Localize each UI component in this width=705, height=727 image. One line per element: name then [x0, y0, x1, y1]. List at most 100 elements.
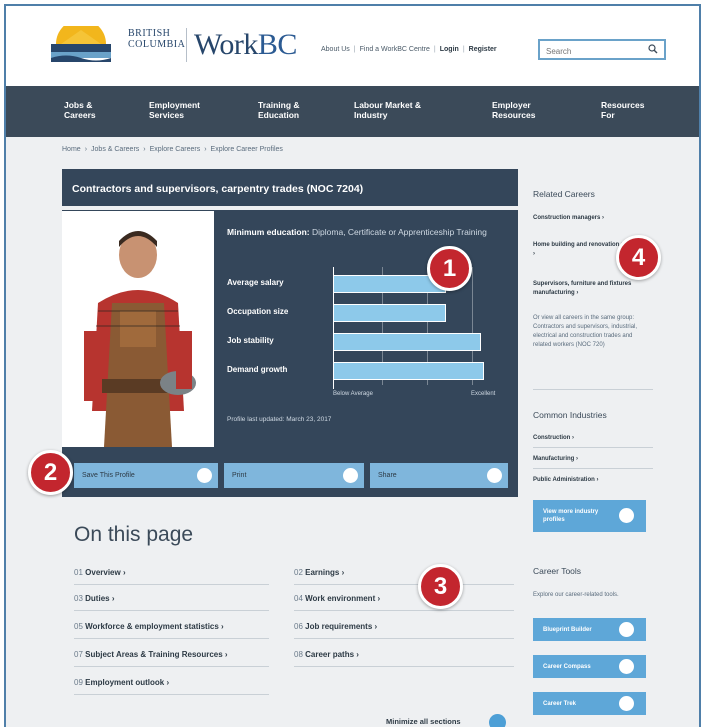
metric-bar: [333, 304, 446, 322]
toc-num: 07: [74, 650, 83, 659]
breadcrumb-explore-careers[interactable]: Explore Careers: [150, 146, 201, 153]
toc-link-earnings[interactable]: 02 Earnings ›: [294, 568, 344, 577]
chevron-right-icon: ›: [143, 146, 146, 153]
industry-label: Public Administration: [533, 477, 595, 483]
career-group-note[interactable]: Or view all careers in the same group: C…: [533, 314, 651, 350]
nav-item-training-education[interactable]: Training & Education: [258, 86, 300, 120]
profile-updated-date: Profile last updated: March 23, 2017: [227, 416, 332, 423]
share-label: Share: [378, 472, 397, 479]
chevron-right-icon: ›: [84, 146, 88, 153]
sidebar-divider: [533, 447, 653, 448]
main-nav: Jobs & Careers Employment Services Train…: [6, 86, 699, 137]
share-button[interactable]: Share: [370, 463, 508, 488]
career-trek-button[interactable]: Career Trek: [533, 692, 646, 715]
register-link[interactable]: Register: [469, 46, 497, 53]
sidebar-divider: [533, 389, 653, 390]
toc-label: Earnings: [305, 568, 340, 577]
on-this-page-title: On this page: [74, 523, 194, 546]
breadcrumb: Home › Jobs & Careers › Explore Careers …: [62, 146, 283, 153]
toc-label: Duties: [85, 594, 110, 603]
toc-label: Overview: [85, 568, 121, 577]
toc-num: 06: [294, 622, 303, 631]
nav-item-jobs-careers[interactable]: Jobs & Careers: [64, 86, 96, 120]
toc-link-job-requirements[interactable]: 06 Job requirements ›: [294, 622, 377, 631]
chevron-right-icon: ›: [204, 146, 207, 153]
search-icon[interactable]: [648, 44, 658, 54]
save-profile-button[interactable]: Save This Profile: [74, 463, 218, 488]
nav-item-resources-for[interactable]: Resources For: [601, 86, 644, 120]
site-header: BRITISH COLUMBIA WorkBC About Us | Find …: [6, 6, 699, 86]
workbc-logo[interactable]: WorkBC: [194, 28, 297, 62]
toc-num: 08: [294, 650, 303, 659]
breadcrumb-home[interactable]: Home: [62, 146, 81, 153]
chevron-right-icon: [619, 696, 634, 711]
nav-item-employer-resources[interactable]: Employer Resources: [492, 86, 535, 120]
logo-province-text: BRITISH COLUMBIA: [128, 28, 186, 50]
related-career-label: Supervisors, furniture and fixtures manu…: [533, 281, 632, 296]
callout-marker-4: 4: [616, 235, 661, 280]
login-link[interactable]: Login: [440, 46, 459, 53]
search-input[interactable]: [540, 43, 640, 60]
chevron-right-icon: [619, 622, 634, 637]
nav-item-employment-services[interactable]: Employment Services: [149, 86, 200, 120]
callout-marker-1: 1: [427, 246, 472, 291]
toc-label: Job requirements: [305, 622, 373, 631]
toc-link-duties[interactable]: 03 Duties ›: [74, 594, 114, 603]
industry-label: Construction: [533, 435, 571, 441]
industry-link-public-administration[interactable]: Public Administration ›: [533, 476, 598, 485]
toc-divider: [294, 584, 514, 585]
career-trek-label: Career Trek: [543, 700, 577, 707]
print-button[interactable]: Print: [224, 463, 364, 488]
career-compass-button[interactable]: Career Compass: [533, 655, 646, 678]
industry-label: Manufacturing: [533, 456, 575, 462]
view-industry-profiles-button[interactable]: View more industry profiles: [533, 500, 646, 532]
find-centre-link[interactable]: Find a WorkBC Centre: [360, 46, 430, 53]
common-industries-heading: Common Industries: [533, 410, 607, 420]
toc-num: 05: [74, 622, 83, 631]
industry-profiles-label: View more industry profiles: [543, 509, 599, 523]
logo-work-text: Work: [194, 28, 258, 61]
toc-divider: [294, 638, 514, 639]
toc-label: Subject Areas & Training Resources: [85, 650, 223, 659]
industry-link-manufacturing[interactable]: Manufacturing ›: [533, 455, 578, 464]
blueprint-builder-button[interactable]: Blueprint Builder: [533, 618, 646, 641]
toc-num: 01: [74, 568, 83, 577]
mail-icon: [487, 468, 502, 483]
profile-title: Contractors and supervisors, carpentry t…: [72, 183, 364, 195]
related-career-link[interactable]: Construction managers ›: [533, 214, 653, 223]
logo-bc-text: BC: [257, 28, 298, 61]
toc-link-overview[interactable]: 01 Overview ›: [74, 568, 126, 577]
profile-info: Minimum education: Diploma, Certificate …: [227, 226, 507, 239]
toc-divider: [74, 584, 269, 585]
breadcrumb-explore-profiles[interactable]: Explore Career Profiles: [211, 146, 283, 153]
nav-item-labour-market[interactable]: Labour Market & Industry: [354, 86, 421, 120]
print-label: Print: [232, 472, 247, 479]
toc-link-training-resources[interactable]: 07 Subject Areas & Training Resources ›: [74, 650, 228, 659]
related-career-label: Construction managers: [533, 215, 601, 221]
profile-metrics-chart: Below Average Excellent Average salary Oc…: [227, 267, 507, 407]
toc-link-workforce-statistics[interactable]: 05 Workforce & employment statistics ›: [74, 622, 224, 631]
webpage-screenshot: BRITISH COLUMBIA WorkBC About Us | Find …: [4, 4, 701, 727]
toc-num: 04: [294, 594, 303, 603]
callout-marker-2: 2: [28, 450, 73, 495]
toc-link-career-paths[interactable]: 08 Career paths ›: [294, 650, 359, 659]
toc-divider: [294, 610, 514, 611]
minus-circle-icon[interactable]: [489, 714, 506, 727]
related-career-link[interactable]: Supervisors, furniture and fixtures manu…: [533, 280, 653, 298]
toc-divider: [74, 638, 269, 639]
link-separator: |: [462, 46, 465, 53]
career-compass-label: Career Compass: [543, 663, 591, 670]
minimum-education: Minimum education: Diploma, Certificate …: [227, 226, 507, 239]
toc-divider: [74, 666, 269, 667]
toc-link-work-environment[interactable]: 04 Work environment ›: [294, 594, 380, 603]
sidebar-divider: [533, 468, 653, 469]
minimize-all-sections-link[interactable]: Minimize all sections: [386, 717, 461, 726]
save-profile-label: Save This Profile: [82, 472, 135, 479]
industry-link-construction[interactable]: Construction ›: [533, 434, 574, 443]
min-edu-label: Minimum education:: [227, 227, 310, 237]
about-us-link[interactable]: About Us: [321, 46, 350, 53]
toc-link-employment-outlook[interactable]: 09 Employment outlook ›: [74, 678, 169, 687]
breadcrumb-jobs-careers[interactable]: Jobs & Careers: [91, 146, 139, 153]
metric-label: Occupation size: [227, 307, 289, 316]
carpenter-photo: [62, 211, 214, 447]
